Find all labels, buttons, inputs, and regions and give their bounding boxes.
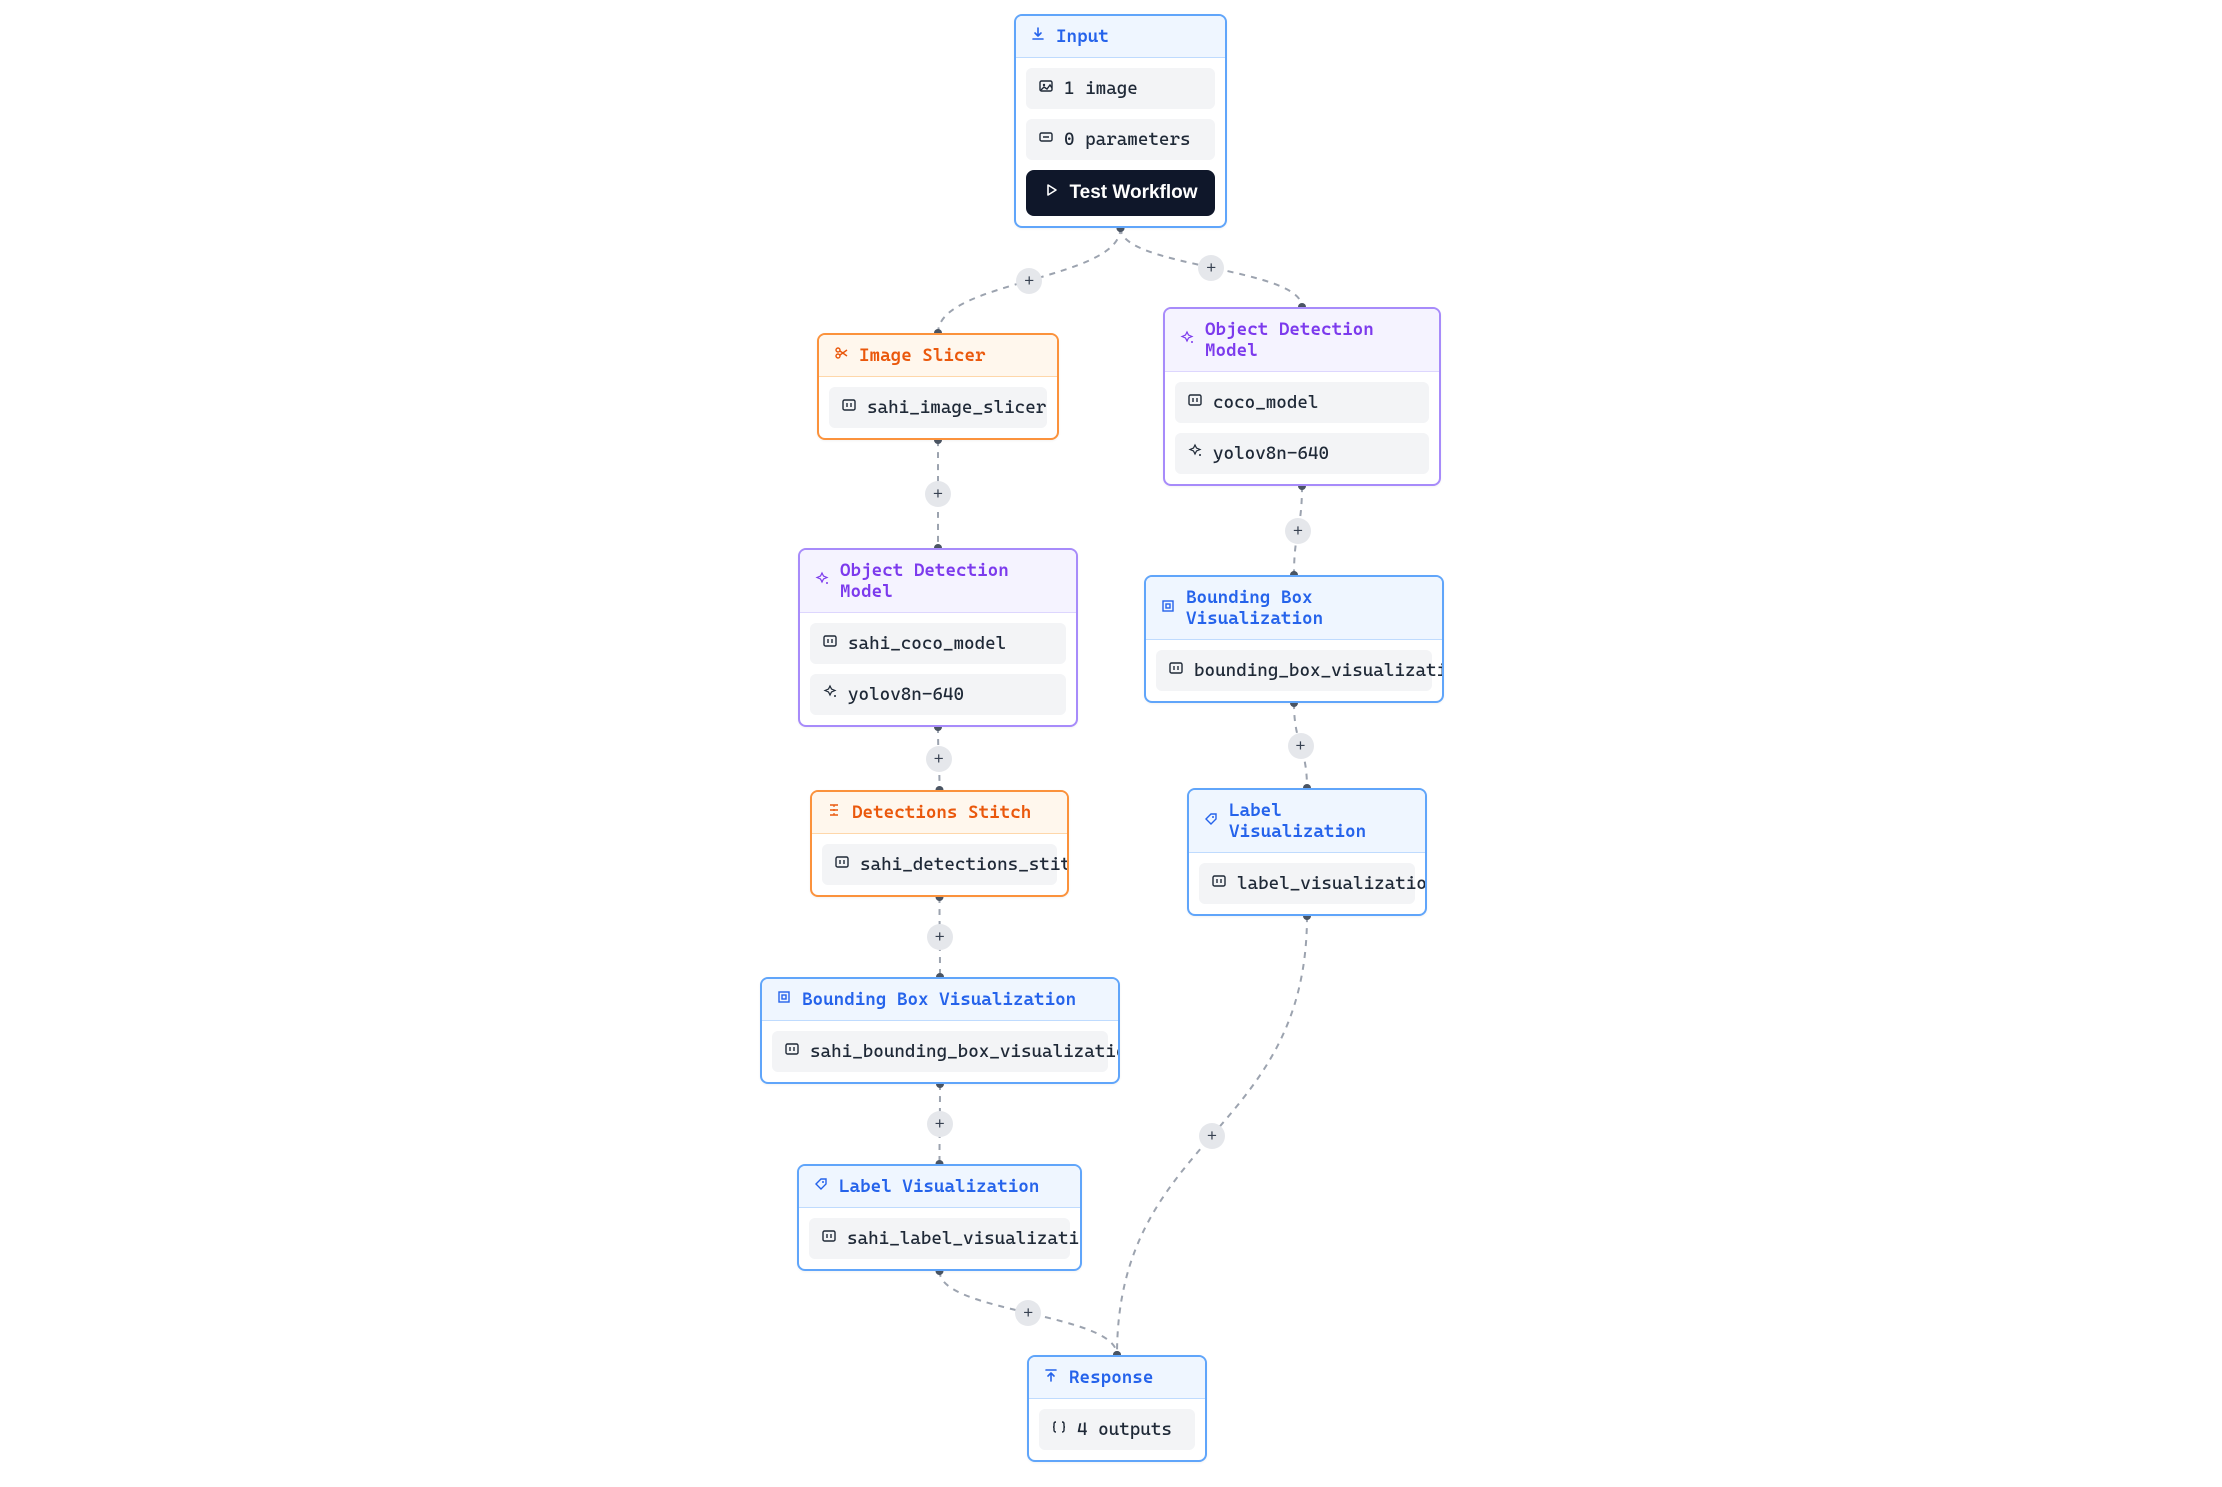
- play-icon: [1043, 182, 1059, 204]
- ic-sparkle-icon: [1187, 443, 1203, 464]
- node-title: Object Detection Model: [840, 560, 1062, 602]
- tag-icon: [1203, 811, 1219, 832]
- bbox-right-id-badge-text: bounding_box_visualization: [1194, 660, 1444, 681]
- node-title: Image Slicer: [859, 345, 986, 366]
- ic-step-icon: [1187, 392, 1203, 413]
- scissors-icon: [833, 345, 849, 366]
- node-title: Response: [1069, 1367, 1153, 1388]
- upload-icon: [1043, 1367, 1059, 1388]
- sparkle-icon: [814, 571, 830, 592]
- node-image-slicer[interactable]: Image Slicer sahi_image_slicer: [817, 333, 1059, 440]
- node-bbox-right[interactable]: Bounding Box Visualization bounding_box_…: [1144, 575, 1444, 703]
- image-slicer-id-badge-text: sahi_image_slicer: [867, 397, 1046, 418]
- obj-det-left-id-badge: sahi_coco_model: [810, 623, 1066, 664]
- node-title: Detections Stitch: [852, 802, 1031, 823]
- ic-param-icon: [1038, 129, 1054, 150]
- node-input[interactable]: Input 1 image 0 parameters Test Workflow: [1014, 14, 1227, 228]
- ic-step-icon: [822, 633, 838, 654]
- obj-det-left-model-badge: yolov8n-640: [810, 674, 1066, 715]
- label-right-id-badge-text: label_visualization: [1237, 873, 1427, 894]
- node-header-label-right[interactable]: Label Visualization: [1189, 790, 1425, 853]
- add-node-button-0[interactable]: +: [1016, 268, 1042, 294]
- node-obj-det-left[interactable]: Object Detection Model sahi_coco_model y…: [798, 548, 1078, 727]
- obj-det-right-model-badge: yolov8n-640: [1175, 433, 1429, 474]
- obj-det-left-model-badge-text: yolov8n-640: [848, 684, 964, 705]
- ic-step-icon: [1168, 660, 1184, 681]
- add-node-button-8[interactable]: +: [1015, 1300, 1041, 1326]
- add-node-button-7[interactable]: +: [927, 1111, 953, 1137]
- ic-braces-icon: [1051, 1419, 1067, 1440]
- ic-step-icon: [821, 1228, 837, 1249]
- test-workflow-label: Test Workflow: [1069, 182, 1197, 204]
- ic-step-icon: [834, 854, 850, 875]
- bbox-left-id-badge-text: sahi_bounding_box_visualization: [810, 1041, 1120, 1062]
- input-image-badge-text: 1 image: [1064, 78, 1138, 99]
- add-node-button-1[interactable]: +: [1198, 255, 1224, 281]
- node-title: Bounding Box Visualization: [1186, 587, 1428, 629]
- input-params-badge-text: 0 parameters: [1064, 129, 1191, 150]
- node-bbox-left[interactable]: Bounding Box Visualization sahi_bounding…: [760, 977, 1120, 1084]
- image-slicer-id-badge: sahi_image_slicer: [829, 387, 1047, 428]
- sparkle-icon: [1179, 330, 1195, 351]
- test-workflow-button[interactable]: Test Workflow: [1026, 170, 1215, 216]
- add-node-button-2[interactable]: +: [925, 481, 951, 507]
- bbox-right-id-badge: bounding_box_visualization: [1156, 650, 1432, 691]
- bbox-icon: [1160, 598, 1176, 619]
- add-node-button-6[interactable]: +: [927, 924, 953, 950]
- add-node-button-4[interactable]: +: [926, 746, 952, 772]
- det-stitch-id-badge: sahi_detections_stitch: [822, 844, 1057, 885]
- node-title: Object Detection Model: [1205, 319, 1425, 361]
- ic-step-icon: [841, 397, 857, 418]
- node-header-bbox-left[interactable]: Bounding Box Visualization: [762, 979, 1118, 1021]
- add-node-button-5[interactable]: +: [1288, 733, 1314, 759]
- stitch-icon: [826, 802, 842, 823]
- node-header-obj-det-right[interactable]: Object Detection Model: [1165, 309, 1439, 372]
- bbox-icon: [776, 989, 792, 1010]
- obj-det-left-id-badge-text: sahi_coco_model: [848, 633, 1006, 654]
- input-params-badge: 0 parameters: [1026, 119, 1215, 160]
- node-label-left[interactable]: Label Visualization sahi_label_visualiza…: [797, 1164, 1082, 1271]
- ic-step-icon: [1211, 873, 1227, 894]
- bbox-left-id-badge: sahi_bounding_box_visualization: [772, 1031, 1108, 1072]
- obj-det-right-id-badge: coco_model: [1175, 382, 1429, 423]
- node-header-obj-det-left[interactable]: Object Detection Model: [800, 550, 1076, 613]
- download-icon: [1030, 26, 1046, 47]
- node-det-stitch[interactable]: Detections Stitch sahi_detections_stitch: [810, 790, 1069, 897]
- node-label-right[interactable]: Label Visualization label_visualization: [1187, 788, 1427, 916]
- label-left-id-badge: sahi_label_visualization: [809, 1218, 1070, 1259]
- add-node-button-3[interactable]: +: [1285, 518, 1311, 544]
- label-right-id-badge: label_visualization: [1199, 863, 1415, 904]
- node-title: Label Visualization: [839, 1176, 1039, 1197]
- ic-step-icon: [784, 1041, 800, 1062]
- add-node-button-9[interactable]: +: [1199, 1123, 1225, 1149]
- node-header-bbox-right[interactable]: Bounding Box Visualization: [1146, 577, 1442, 640]
- node-title: Bounding Box Visualization: [802, 989, 1076, 1010]
- det-stitch-id-badge-text: sahi_detections_stitch: [860, 854, 1069, 875]
- node-response[interactable]: Response 4 outputs: [1027, 1355, 1207, 1462]
- label-left-id-badge-text: sahi_label_visualization: [847, 1228, 1082, 1249]
- input-image-badge: 1 image: [1026, 68, 1215, 109]
- tag-icon: [813, 1176, 829, 1197]
- node-header-label-left[interactable]: Label Visualization: [799, 1166, 1080, 1208]
- node-header-response[interactable]: Response: [1029, 1357, 1205, 1399]
- node-title: Label Visualization: [1229, 800, 1411, 842]
- obj-det-right-id-badge-text: coco_model: [1213, 392, 1318, 413]
- node-obj-det-right[interactable]: Object Detection Model coco_model yolov8…: [1163, 307, 1441, 486]
- response-outputs-badge-text: 4 outputs: [1077, 1419, 1172, 1440]
- response-outputs-badge: 4 outputs: [1039, 1409, 1195, 1450]
- ic-sparkle-icon: [822, 684, 838, 705]
- obj-det-right-model-badge-text: yolov8n-640: [1213, 443, 1329, 464]
- node-header-image-slicer[interactable]: Image Slicer: [819, 335, 1057, 377]
- ic-image-icon: [1038, 78, 1054, 99]
- node-title: Input: [1056, 26, 1109, 47]
- node-header-det-stitch[interactable]: Detections Stitch: [812, 792, 1067, 834]
- node-header-input[interactable]: Input: [1016, 16, 1225, 58]
